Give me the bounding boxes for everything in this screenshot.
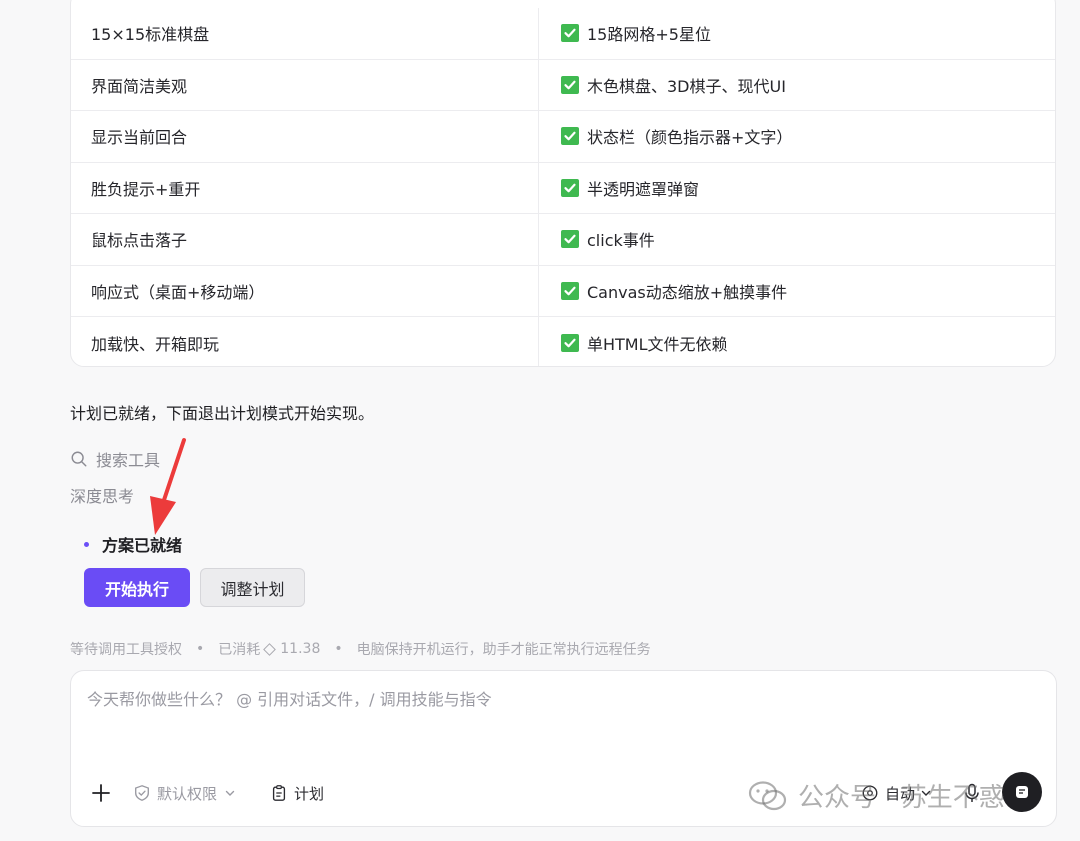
status-notice: 电脑保持开机运行，助手才能正常执行远程任务 [356, 642, 651, 658]
table-row: 鼠标点击落子 click事件 [71, 214, 1055, 266]
check-icon [561, 127, 579, 146]
table-row: 界面简洁美观 木色棋盘、3D棋子、现代UI [71, 59, 1055, 111]
implementation-cell: 单HTML文件无依赖 [539, 317, 1055, 366]
check-icon [561, 281, 579, 300]
tool-search-row[interactable]: 搜索工具 [70, 447, 160, 471]
plan-mode-label: 计划 [294, 784, 325, 803]
implementation-cell: click事件 [539, 214, 1055, 265]
table-row: 胜负提示+重开 半透明遮罩弹窗 [71, 162, 1055, 214]
bullet-dot [84, 541, 89, 547]
status-consumed-value: 11.38 [280, 641, 321, 657]
implementation-text: click事件 [587, 231, 655, 251]
implementation-text: Canvas动态缩放+触摸事件 [587, 282, 788, 302]
implementation-cell: 半透明遮罩弹窗 [539, 163, 1055, 214]
plus-icon [92, 784, 110, 802]
requirement-cell: 响应式（桌面+移动端） [71, 265, 539, 316]
check-icon [561, 178, 579, 197]
feature-table: 15×15标准棋盘 15路网格+5星位界面简洁美观 木色棋盘、3D棋子、现代UI 显示… [70, 0, 1056, 367]
adjust-plan-button[interactable]: 调整计划 [200, 568, 305, 607]
implementation-text: 木色棋盘、3D棋子、现代UI [587, 76, 786, 96]
tool-search-label: 搜索工具 [96, 451, 161, 470]
implementation-text: 15路网格+5星位 [587, 25, 711, 45]
plan-title: 方案已就绪 [102, 536, 183, 555]
plan-mode-button[interactable]: 计划 [270, 775, 324, 811]
shield-check-icon [135, 785, 149, 801]
composer-input[interactable]: 今天帮你做些什么？ @ 引用对话文件，/ 调用技能与指令 [87, 686, 492, 710]
send-button[interactable] [1002, 772, 1042, 812]
requirement-cell: 界面简洁美观 [71, 59, 539, 110]
start-execution-button[interactable]: 开始执行 [84, 568, 190, 607]
implementation-cell: 15路网格+5星位 [539, 8, 1055, 59]
separator-dot: • [196, 641, 205, 657]
requirement-cell: 胜负提示+重开 [71, 162, 539, 213]
watermark-text: 公众号 · 苏生不惑 [798, 783, 1005, 813]
plan-heading: 方案已就绪 [84, 532, 182, 556]
clipboard-icon [272, 785, 286, 801]
table-row: 显示当前回合 状态栏（颜色指示器+文字） [71, 111, 1055, 163]
check-icon [561, 75, 579, 94]
check-icon [561, 230, 579, 249]
send-icon [1016, 786, 1028, 798]
table-row: 15×15标准棋盘 15路网格+5星位 [71, 8, 1055, 60]
chevron-down-icon [225, 790, 235, 796]
watermark: 公众号 · 苏生不惑 [748, 777, 1005, 814]
requirement-cell: 显示当前回合 [71, 111, 539, 162]
implementation-cell: 状态栏（颜色指示器+文字） [539, 111, 1055, 162]
table-row: 加载快、开箱即玩 单HTML文件无依赖 [71, 317, 1055, 366]
implementation-text: 单HTML文件无依赖 [587, 334, 728, 354]
separator-dot: • [334, 641, 343, 657]
implementation-cell: Canvas动态缩放+触摸事件 [539, 266, 1055, 317]
deep-think-label[interactable]: 深度思考 [70, 483, 134, 507]
table-row: 响应式（桌面+移动端） Canvas动态缩放+触摸事件 [71, 265, 1055, 317]
check-icon [561, 24, 579, 43]
requirement-cell: 15×15标准棋盘 [71, 8, 539, 59]
status-bar: 等待调用工具授权 • 已消耗 11.38 • 电脑保持开机运行，助手才能正常执行… [70, 639, 651, 659]
wechat-logo-icon [748, 780, 787, 810]
permission-label: 默认权限 [157, 784, 218, 803]
diamond-icon [263, 642, 277, 656]
implementation-text: 半透明遮罩弹窗 [587, 179, 700, 199]
add-button[interactable] [91, 775, 117, 811]
assistant-message: 计划已就绪，下面退出计划模式开始实现。 [70, 404, 375, 423]
status-consumed-label: 已消耗 [218, 642, 261, 658]
status-waiting: 等待调用工具授权 [70, 642, 182, 658]
search-icon [71, 451, 87, 467]
check-icon [561, 333, 579, 352]
requirement-cell: 鼠标点击落子 [71, 214, 539, 265]
implementation-text: 状态栏（颜色指示器+文字） [587, 128, 793, 148]
implementation-cell: 木色棋盘、3D棋子、现代UI [539, 60, 1055, 111]
requirement-cell: 加载快、开箱即玩 [71, 317, 539, 366]
permission-dropdown[interactable]: 默认权限 [133, 775, 237, 811]
